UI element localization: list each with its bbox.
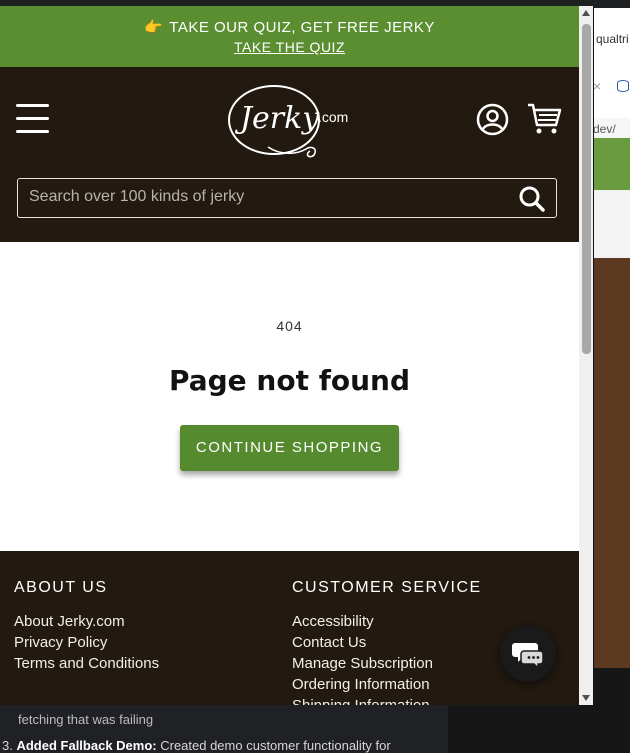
announcement-text: 👉 TAKE OUR QUIZ, GET FREE JERKY [144,19,435,36]
account-icon[interactable] [476,103,509,136]
footer-service-column: CUSTOMER SERVICE Accessibility Contact U… [292,579,482,705]
chat-bubbles-icon [512,643,544,669]
page-content: 👉 TAKE OUR QUIZ, GET FREE JERKY TAKE THE … [0,6,579,705]
site-logo[interactable]: Jerky .com [226,83,350,163]
not-found-section: 404 Page not found CONTINUE SHOPPING [0,242,579,551]
chat-widget-button[interactable] [500,626,556,682]
logo-lasso-icon [267,146,317,158]
continue-shopping-button[interactable]: CONTINUE SHOPPING [180,425,399,471]
footer-link-accessibility[interactable]: Accessibility [292,611,482,632]
footer-link-privacy[interactable]: Privacy Policy [14,632,159,653]
background-text-line: fetching that was failing [18,712,154,727]
pointing-hand-icon: 👉 [144,19,164,36]
footer-link-terms[interactable]: Terms and Conditions [14,653,159,674]
database-icon [617,80,629,92]
cart-icon[interactable] [526,101,562,137]
search-placeholder: Search over 100 kinds of jerky [29,188,245,205]
site-footer: ABOUT US About Jerky.com Privacy Policy … [0,551,579,705]
scroll-down-arrow-icon[interactable] [582,695,590,701]
footer-link-ordering[interactable]: Ordering Information [292,674,482,695]
vertical-scrollbar[interactable] [579,6,593,705]
announcement-bar: 👉 TAKE OUR QUIZ, GET FREE JERKY TAKE THE … [0,6,579,67]
background-text-line: 3. Added Fallback Demo: Created demo cus… [2,738,391,753]
background-green-band [593,138,630,190]
background-url-fragment: dev/ [593,118,630,140]
background-gray-band [593,190,630,258]
popup-window: 👉 TAKE OUR QUIZ, GET FREE JERKY TAKE THE … [0,6,594,705]
search-icon[interactable] [518,185,546,213]
footer-about-column: ABOUT US About Jerky.com Privacy Policy … [14,579,159,674]
scrollbar-thumb[interactable] [582,24,591,354]
footer-link-subscription[interactable]: Manage Subscription [292,653,482,674]
footer-link-shipping[interactable]: Shipping Information [292,695,482,705]
footer-service-heading: CUSTOMER SERVICE [292,579,482,596]
logo-wordmark: Jerky [240,101,320,136]
menu-icon[interactable] [16,104,49,134]
background-close-icon: × [593,78,602,94]
logo-suffix: .com [318,109,349,125]
site-header: Jerky .com Search over 100 kinds of jerk… [0,67,579,242]
background-text-fragment: qualtri [596,32,629,46]
footer-link-contact[interactable]: Contact Us [292,632,482,653]
search-input[interactable]: Search over 100 kinds of jerky [17,178,557,218]
error-code: 404 [276,318,303,334]
scroll-up-arrow-icon[interactable] [582,10,590,16]
background-browser-panel: qualtri × dev/ [593,8,630,668]
background-brown-area [593,258,630,668]
page-title: Page not found [168,364,411,397]
take-quiz-link[interactable]: TAKE THE QUIZ [234,39,345,55]
footer-about-heading: ABOUT US [14,579,108,596]
footer-link-about[interactable]: About Jerky.com [14,611,159,632]
